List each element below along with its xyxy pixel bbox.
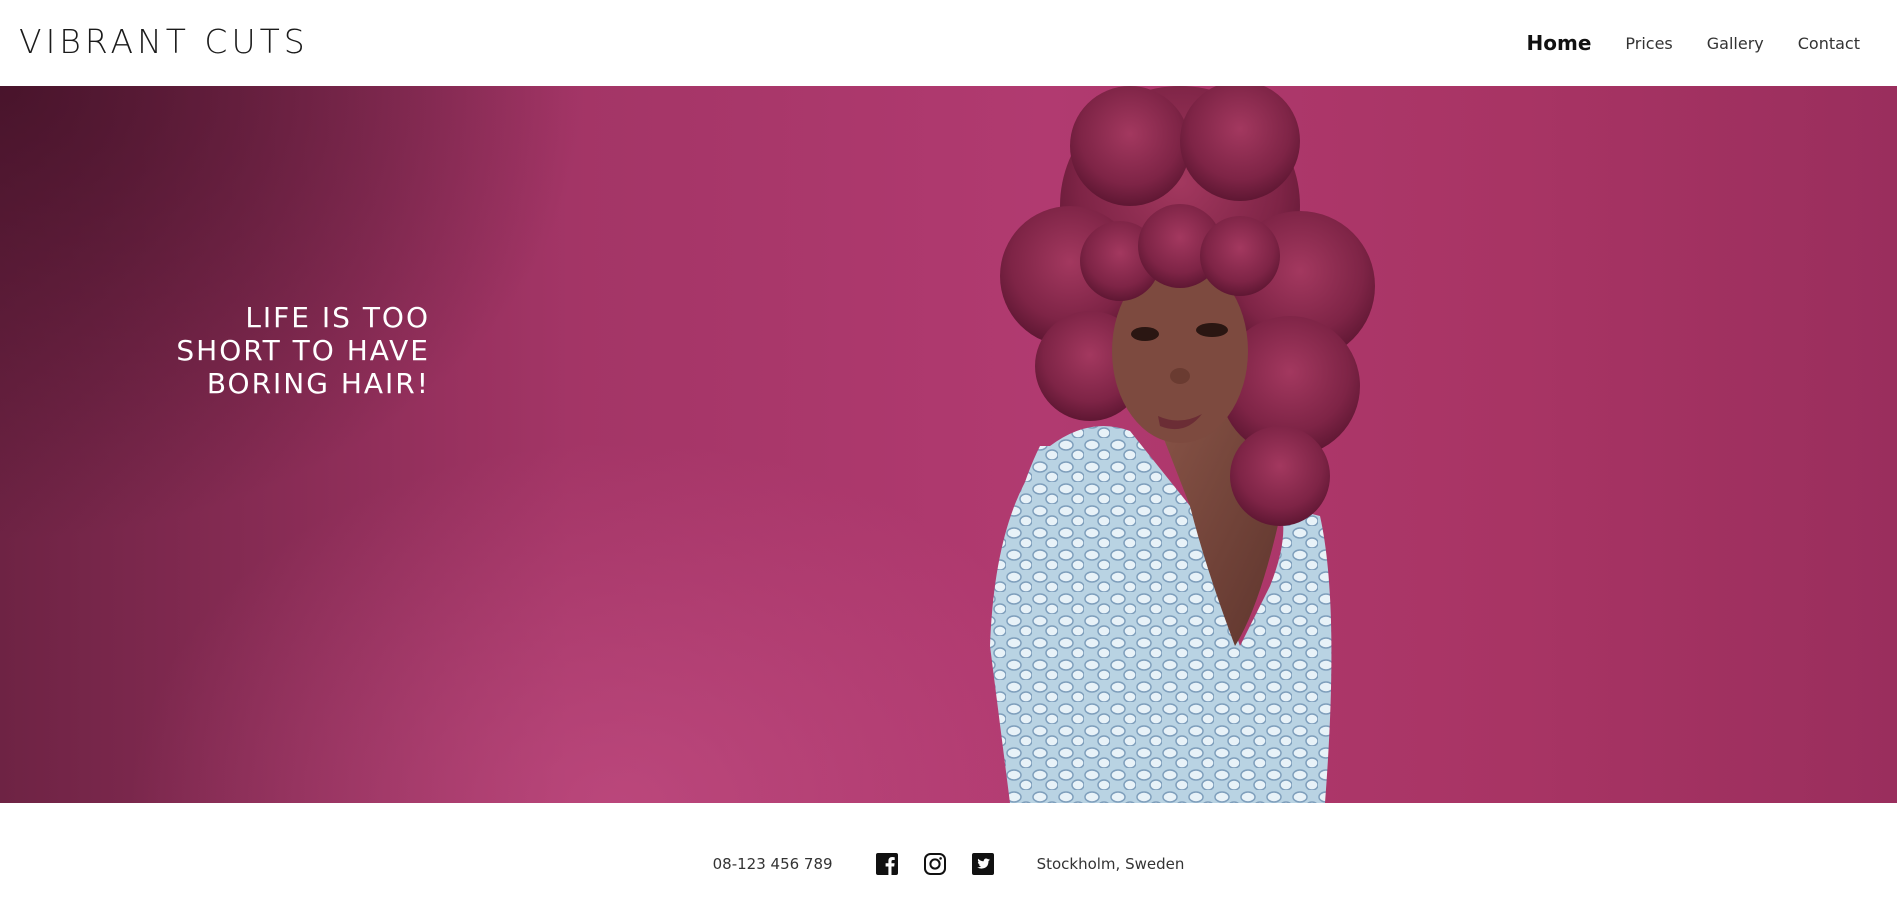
nav-home[interactable]: Home (1527, 31, 1592, 55)
hero-headline-line-3: BORING HAIR! (206, 367, 430, 400)
social-links (863, 852, 1007, 876)
twitter-icon[interactable] (971, 852, 995, 876)
hero-model-photo (990, 86, 1375, 803)
site-header: VIBRANT CUTS Home Prices Gallery Contact (0, 0, 1897, 86)
nav-gallery[interactable]: Gallery (1707, 34, 1764, 53)
facebook-icon[interactable] (875, 852, 899, 876)
site-logo[interactable]: VIBRANT CUTS (19, 22, 309, 61)
hero-headline-line-1: LIFE IS TOO (245, 301, 430, 334)
hero-headline: LIFE IS TOO SHORT TO HAVE BORING HAIR! (176, 301, 430, 400)
nav-prices[interactable]: Prices (1625, 34, 1672, 53)
footer-location: Stockholm, Sweden (1036, 855, 1185, 873)
instagram-icon[interactable] (923, 852, 947, 876)
hero-banner: LIFE IS TOO SHORT TO HAVE BORING HAIR! (0, 86, 1897, 803)
nav-contact[interactable]: Contact (1798, 34, 1860, 53)
hero-headline-line-2: SHORT TO HAVE (176, 334, 430, 367)
main-nav: Home Prices Gallery Contact (1493, 0, 1861, 86)
footer-contact-row: 08-123 456 789 Stockholm, Sweden (0, 852, 1897, 876)
footer-phone[interactable]: 08-123 456 789 (713, 855, 833, 873)
site-footer: 08-123 456 789 Stockholm, Sweden (0, 803, 1897, 923)
